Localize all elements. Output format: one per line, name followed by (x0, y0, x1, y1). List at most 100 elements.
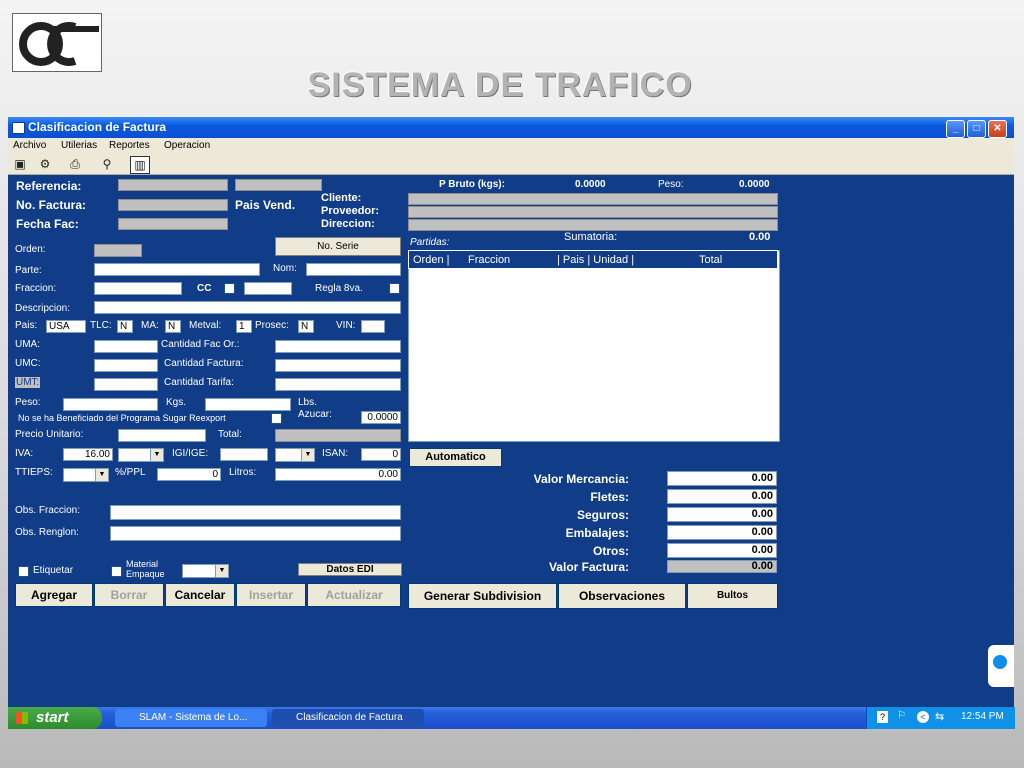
umc-field[interactable] (94, 359, 158, 372)
parte-field[interactable] (94, 263, 260, 276)
cant-factura-field[interactable] (275, 359, 401, 372)
menu-utilerias[interactable]: Utilerias (61, 140, 97, 151)
metval-field[interactable]: 1 (236, 320, 252, 333)
litros-field[interactable]: 0.00 (275, 468, 401, 481)
print-icon[interactable]: ⎙ (66, 156, 84, 172)
cant-tarifa-field[interactable] (275, 378, 401, 391)
uma-field[interactable] (94, 340, 158, 353)
fraccion-field[interactable] (94, 282, 182, 295)
task-clasificacion[interactable]: Clasificacion de Factura (272, 709, 424, 727)
col-total: Total (699, 254, 723, 266)
title-bar[interactable]: Clasificacion de Factura _ □ ✕ (8, 117, 1014, 138)
menu-archivo[interactable]: Archivo (13, 140, 46, 151)
iva-field[interactable]: 16.00 (63, 448, 113, 461)
maximize-icon[interactable]: □ (967, 120, 986, 138)
chevron-down-icon: ▼ (95, 469, 108, 481)
embalajes-field[interactable]: 0.00 (667, 525, 777, 540)
valor-mercancia-label: Valor Mercancia: (533, 472, 629, 486)
valor-mercancia-field[interactable]: 0.00 (667, 471, 777, 486)
orden-field[interactable] (94, 244, 142, 257)
ma-field[interactable]: N (165, 320, 181, 333)
referencia-field[interactable] (118, 179, 228, 191)
material-dropdown[interactable]: ▼ (182, 564, 229, 578)
kgs-field[interactable] (205, 398, 291, 411)
prosec-label: Prosec: (255, 320, 289, 331)
peso-field[interactable] (63, 398, 158, 411)
insertar-button[interactable]: Insertar (236, 583, 306, 607)
minimize-icon[interactable]: _ (946, 120, 965, 138)
generar-subdivision-button[interactable]: Generar Subdivision (408, 583, 557, 609)
borrar-button[interactable]: Borrar (94, 583, 164, 607)
seguros-label: Seguros: (576, 508, 629, 522)
p-bruto-label: P Bruto (kgs): (439, 179, 505, 190)
nom-field[interactable] (306, 263, 401, 276)
vin-field[interactable] (361, 320, 385, 333)
cc-checkbox[interactable] (224, 283, 235, 294)
tlc-field[interactable]: N (117, 320, 133, 333)
regla-checkbox[interactable] (389, 283, 400, 294)
umt-label: UMT: (15, 377, 41, 388)
ppl-label: %/PPL (115, 467, 146, 478)
obs-fraccion-field[interactable] (110, 505, 401, 520)
p-bruto-value: 0.0000 (575, 179, 606, 190)
sugar-checkbox[interactable] (271, 413, 282, 424)
umc-label: UMC: (15, 358, 41, 369)
fecha-fac-field[interactable] (118, 218, 228, 230)
cancelar-button[interactable]: Cancelar (165, 583, 235, 607)
material-checkbox[interactable] (111, 566, 122, 577)
igi-field[interactable] (220, 448, 268, 461)
datos-edi-button[interactable]: Datos EDI (298, 563, 402, 576)
isan-label: ISAN: (322, 448, 349, 459)
exit-icon[interactable]: ▥ (130, 156, 150, 174)
obs-renglon-field[interactable] (110, 526, 401, 541)
cant-factura-label: Cantidad Factura: (164, 358, 244, 369)
agregar-button[interactable]: Agregar (15, 583, 93, 607)
etiquetar-checkbox[interactable] (18, 566, 29, 577)
ppl-field[interactable]: 0 (157, 468, 221, 481)
ttieps-label: TTIEPS: (15, 467, 53, 478)
tlc-label: TLC: (90, 320, 112, 331)
azucar-field[interactable]: 0.0000 (361, 411, 401, 424)
seguros-field[interactable]: 0.00 (667, 507, 777, 522)
umt-field[interactable] (94, 378, 158, 391)
start-button[interactable]: start (8, 707, 102, 729)
network-icon[interactable]: ⚐ (897, 710, 906, 721)
precio-unitario-field[interactable] (118, 429, 206, 442)
observaciones-button[interactable]: Observaciones (558, 583, 686, 609)
igi-dropdown[interactable]: ▼ (275, 448, 315, 462)
iva-dropdown[interactable]: ▼ (118, 448, 164, 462)
proveedor-field[interactable] (408, 206, 778, 218)
direccion-field[interactable] (408, 219, 778, 231)
automatico-button[interactable]: Automatico (409, 448, 502, 467)
back-icon[interactable]: < (917, 711, 929, 723)
obs-renglon-label: Obs. Renglon: (15, 527, 79, 538)
ttieps-dropdown[interactable]: ▼ (63, 468, 109, 482)
no-factura-field[interactable] (118, 199, 228, 211)
menu-operacion[interactable]: Operacion (164, 140, 210, 151)
cc-field[interactable] (244, 282, 292, 295)
sync-icon[interactable]: ⇆ (935, 710, 944, 723)
lbs-label: Lbs. (298, 397, 317, 408)
task-slam[interactable]: SLAM - Sistema de Lo... (115, 709, 267, 727)
teamviewer-icon[interactable] (988, 645, 1014, 687)
no-serie-button[interactable]: No. Serie (275, 237, 401, 256)
actualizar-button[interactable]: Actualizar (307, 583, 401, 607)
binoculars-icon[interactable]: ⚲ (98, 156, 116, 172)
help-icon[interactable]: ? (877, 711, 888, 723)
menu-reportes[interactable]: Reportes (109, 140, 150, 151)
tools-icon[interactable]: ⚙ (36, 156, 54, 172)
fletes-field[interactable]: 0.00 (667, 489, 777, 504)
otros-field[interactable]: 0.00 (667, 543, 777, 558)
fraccion-label: Fraccion: (15, 283, 57, 294)
partidas-list[interactable] (408, 250, 780, 442)
cliente-field[interactable] (408, 193, 778, 205)
save-icon[interactable]: ▣ (11, 156, 29, 172)
pais-field[interactable]: USA (46, 320, 86, 333)
cant-fac-or-field[interactable] (275, 340, 401, 353)
prosec-field[interactable]: N (298, 320, 314, 333)
referencia-field-2[interactable] (235, 179, 322, 191)
isan-field[interactable]: 0 (361, 448, 401, 461)
close-icon[interactable]: ✕ (988, 120, 1007, 138)
descripcion-field[interactable] (94, 301, 401, 314)
bultos-button[interactable]: Bultos (687, 583, 778, 609)
